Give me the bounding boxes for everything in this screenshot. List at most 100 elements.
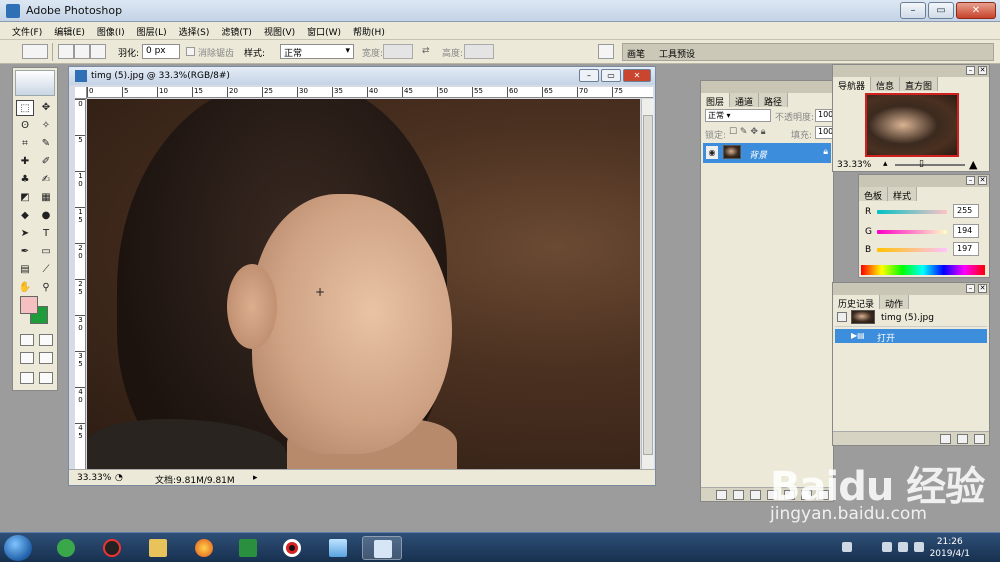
panel-close-button[interactable]: ✕: [978, 284, 987, 293]
tab-navigator[interactable]: 导航器: [833, 77, 872, 92]
path-select-icon[interactable]: ➤: [16, 226, 34, 242]
screen-mode-standard-icon[interactable]: [19, 352, 34, 364]
style-select[interactable]: 正常 ▾: [280, 44, 354, 59]
red-slider[interactable]: [877, 210, 947, 214]
tab-layers[interactable]: 图层: [701, 93, 731, 108]
eyedropper-icon[interactable]: ⟋: [37, 262, 55, 278]
ruler-origin[interactable]: [75, 87, 87, 99]
feather-input[interactable]: 0 px: [142, 44, 180, 59]
subtract-selection-icon[interactable]: [90, 44, 106, 59]
document-title-bar[interactable]: timg (5).jpg @ 33.3%(RGB/8#) – ▭ ✕: [69, 67, 655, 85]
dodge-tool-icon[interactable]: ●: [37, 208, 55, 224]
menu-window[interactable]: 窗口(W): [301, 22, 347, 39]
ruler-horizontal[interactable]: 0 5 10 15 20 25 30 35 40 45 50 55 60 65 …: [87, 87, 653, 98]
doc-close-button[interactable]: ✕: [623, 69, 651, 82]
swap-icon[interactable]: ⇄: [422, 46, 430, 56]
crop-tool-icon[interactable]: ⌗: [16, 136, 34, 152]
color-ramp[interactable]: [861, 265, 985, 275]
move-tool-icon[interactable]: ✥: [37, 100, 55, 116]
layer-style-icon[interactable]: [733, 490, 744, 500]
jump-to-imageready-icon[interactable]: [19, 372, 34, 384]
flag-tray-icon[interactable]: [882, 542, 892, 552]
screen-mode-full-icon[interactable]: [38, 352, 53, 364]
zoom-tool-icon[interactable]: ⚲: [37, 280, 55, 296]
menu-select[interactable]: 选择(S): [173, 22, 216, 39]
taskbar-app-6[interactable]: [272, 536, 312, 560]
width-input[interactable]: [383, 44, 413, 59]
adobe-feather-icon[interactable]: [15, 70, 55, 96]
panel-close-button[interactable]: ✕: [978, 66, 987, 75]
image-canvas[interactable]: +: [87, 99, 640, 469]
zoom-slider-thumb[interactable]: ▯: [919, 159, 924, 169]
panel-close-button[interactable]: ✕: [978, 176, 987, 185]
clone-stamp-icon[interactable]: ♣: [16, 172, 34, 188]
tab-histogram[interactable]: 直方图: [900, 77, 939, 92]
zoom-in-icon[interactable]: ▲: [969, 158, 977, 171]
tab-info[interactable]: 信息: [871, 77, 901, 92]
red-value[interactable]: 255: [953, 204, 979, 218]
notes-tool-icon[interactable]: ▤: [16, 262, 34, 278]
menu-layer[interactable]: 图层(L): [131, 22, 173, 39]
taskbar-app-photoshop[interactable]: [362, 536, 402, 560]
marquee-preset-picker[interactable]: [22, 44, 48, 59]
menu-view[interactable]: 视图(V): [258, 22, 301, 39]
hand-tool-icon[interactable]: ✋: [16, 280, 34, 296]
vertical-scrollbar[interactable]: [641, 99, 654, 469]
new-document-from-state-icon[interactable]: [940, 434, 951, 444]
taskbar-app-7[interactable]: [318, 536, 358, 560]
zoom-readout[interactable]: 33.33%: [77, 473, 111, 483]
history-snapshot-row[interactable]: timg (5).jpg: [835, 309, 987, 327]
palette-tab-brushes[interactable]: 画笔: [627, 47, 645, 60]
eraser-tool-icon[interactable]: ◩: [16, 190, 34, 206]
panel-minimize-button[interactable]: –: [966, 66, 975, 75]
tab-paths[interactable]: 路径: [759, 93, 789, 108]
menu-edit[interactable]: 编辑(E): [48, 22, 91, 39]
history-brush-source-icon[interactable]: [837, 312, 847, 322]
marquee-tool-icon[interactable]: ⬚: [16, 100, 34, 116]
start-button[interactable]: [4, 535, 32, 561]
layer-mask-icon[interactable]: [750, 490, 761, 500]
lasso-tool-icon[interactable]: ʘ: [16, 118, 34, 134]
history-brush-icon[interactable]: ✍: [37, 172, 55, 188]
status-options-icon[interactable]: ◔: [115, 473, 123, 483]
healing-brush-icon[interactable]: ✚: [16, 154, 34, 170]
add-selection-icon[interactable]: [74, 44, 90, 59]
panel-minimize-button[interactable]: –: [966, 284, 975, 293]
blue-value[interactable]: 197: [953, 242, 979, 256]
taskbar-app-2[interactable]: [92, 536, 132, 560]
green-slider[interactable]: [877, 230, 947, 234]
network-tray-icon[interactable]: [898, 542, 908, 552]
layer-row-background[interactable]: ◉ 背景 🔒︎: [703, 143, 831, 163]
opacity-input[interactable]: 100: [815, 109, 833, 122]
link-layers-icon[interactable]: [716, 490, 727, 500]
fill-input[interactable]: 100: [815, 126, 833, 139]
system-clock[interactable]: 21:26 2019/4/1: [930, 536, 970, 560]
new-snapshot-icon[interactable]: [957, 434, 968, 444]
navigator-zoom-value[interactable]: 33.33%: [837, 160, 871, 170]
tab-swatches[interactable]: 色板: [859, 187, 889, 202]
blue-slider[interactable]: [877, 248, 947, 252]
slice-tool-icon[interactable]: ✎: [37, 136, 55, 152]
height-input[interactable]: [464, 44, 494, 59]
menu-file[interactable]: 文件(F): [6, 22, 48, 39]
layers-panel-header[interactable]: [701, 81, 833, 93]
taskbar-app-5[interactable]: [228, 536, 268, 560]
close-button[interactable]: ✕: [956, 2, 996, 19]
tab-styles[interactable]: 样式: [888, 187, 918, 202]
zoom-out-icon[interactable]: ▴: [883, 159, 888, 169]
pen-tool-icon[interactable]: ✒: [16, 244, 34, 260]
blend-mode-select[interactable]: 正常 ▾: [705, 109, 771, 122]
keyboard-tray-icon[interactable]: [842, 542, 852, 552]
taskbar-app-3[interactable]: [138, 536, 178, 560]
shape-tool-icon[interactable]: ▭: [37, 244, 55, 260]
status-menu-arrow-icon[interactable]: ▸: [253, 473, 258, 483]
foreground-color-swatch[interactable]: [20, 296, 38, 314]
doc-minimize-button[interactable]: –: [579, 69, 599, 82]
standard-mode-icon[interactable]: [19, 334, 34, 346]
gradient-tool-icon[interactable]: ▦: [37, 190, 55, 206]
color-panel-header[interactable]: – ✕: [859, 175, 989, 187]
minimize-button[interactable]: –: [900, 2, 926, 19]
ruler-vertical[interactable]: 0 5 1 0 1 5 2 0 2 5 3 0 3 5 4 0 4 5: [75, 99, 86, 469]
new-selection-icon[interactable]: [58, 44, 74, 59]
file-browser-icon[interactable]: [598, 44, 614, 59]
